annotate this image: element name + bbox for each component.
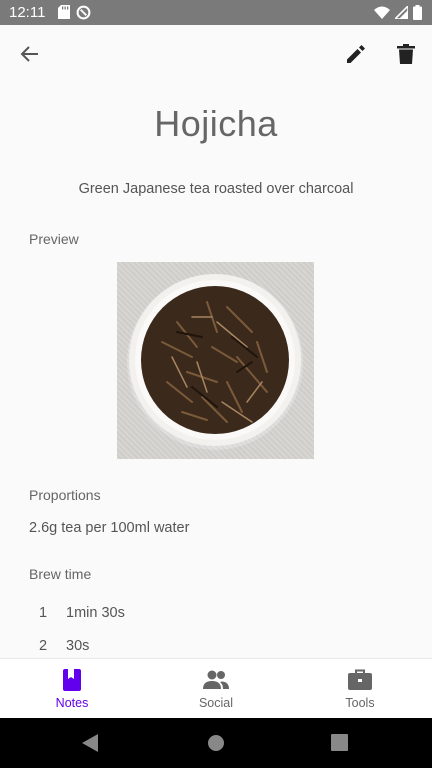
nav-label-tools: Tools — [345, 696, 375, 710]
trash-icon — [397, 44, 415, 64]
brew-step: 1 1min 30s — [0, 605, 432, 627]
arrow-back-icon — [20, 46, 38, 62]
nav-label-notes: Notes — [55, 696, 89, 710]
system-navigation-bar — [0, 718, 432, 768]
system-back-icon[interactable] — [82, 734, 98, 752]
note-title: Hojicha — [154, 103, 278, 144]
back-button[interactable] — [10, 34, 50, 74]
status-system-icons — [374, 5, 422, 20]
system-home-icon[interactable] — [207, 734, 225, 752]
nav-item-tools[interactable]: Tools — [288, 659, 432, 719]
brew-step: 2 30s — [0, 638, 432, 660]
status-notification-icons — [58, 5, 91, 20]
brew-step-index: 2 — [39, 638, 48, 654]
cellular-signal-icon — [395, 6, 408, 19]
brew-step-index: 1 — [39, 605, 48, 621]
note-subtitle: Green Japanese tea roasted over charcoal — [78, 181, 354, 197]
tea-preview-image — [117, 262, 314, 459]
brew-step-time: 1min 30s — [66, 605, 125, 621]
tea-bowl-illustration — [127, 274, 303, 450]
nav-item-notes[interactable]: Notes — [0, 659, 144, 719]
brew-step-time: 30s — [66, 638, 90, 654]
status-time: 12:11 — [9, 4, 46, 21]
system-recents-icon[interactable] — [331, 734, 348, 751]
nav-item-social[interactable]: Social — [144, 659, 288, 719]
preview-label: Preview — [29, 231, 79, 247]
bookmark-book-icon — [63, 669, 81, 691]
people-icon — [203, 670, 229, 689]
battery-icon — [413, 5, 422, 20]
delete-button[interactable] — [386, 34, 426, 74]
wifi-icon — [374, 6, 390, 19]
nav-label-social: Social — [198, 696, 234, 710]
top-app-bar — [0, 25, 432, 83]
pencil-icon — [347, 45, 365, 63]
sd-card-icon — [58, 5, 70, 19]
status-bar: 12:11 — [0, 0, 432, 25]
brew-time-label: Brew time — [29, 566, 92, 582]
proportions-value: 2.6g tea per 100ml water — [29, 520, 190, 536]
briefcase-icon — [348, 669, 372, 690]
edit-button[interactable] — [336, 34, 376, 74]
data-saver-icon — [76, 5, 91, 20]
bottom-navigation: Notes Social Tools — [0, 658, 432, 719]
proportions-label: Proportions — [29, 487, 101, 503]
